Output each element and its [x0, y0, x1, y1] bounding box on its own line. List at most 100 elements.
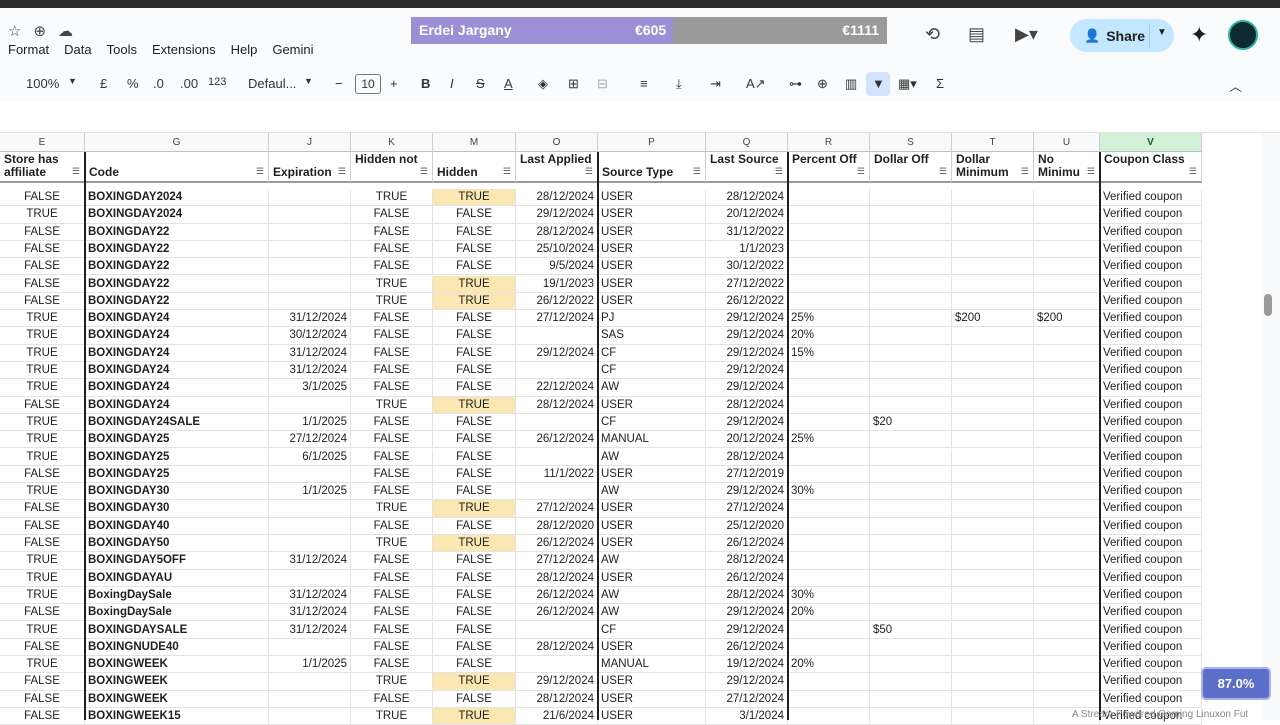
cell-m[interactable]: TRUE [433, 535, 516, 553]
cell-v[interactable]: Verified coupon [1100, 569, 1202, 587]
cell-g[interactable]: BOXINGDAY50 [85, 535, 269, 553]
cell-u[interactable] [1034, 517, 1100, 535]
cell-r[interactable] [788, 223, 870, 241]
cell-g[interactable]: BOXINGDAY22 [85, 258, 269, 276]
cell-u[interactable] [1034, 569, 1100, 587]
cell-o[interactable]: 28/12/2020 [516, 517, 598, 535]
cell-v[interactable]: Verified coupon [1100, 379, 1202, 397]
cell-e[interactable]: TRUE [0, 310, 85, 328]
cell-o[interactable]: 27/12/2024 [516, 500, 598, 518]
cell-k[interactable]: FALSE [351, 448, 433, 466]
chevron-down-icon[interactable]: ▼ [68, 76, 77, 86]
cell-s[interactable] [870, 223, 952, 241]
cell-m[interactable]: FALSE [433, 310, 516, 328]
cell-e[interactable]: FALSE [0, 604, 85, 622]
cell-u[interactable] [1034, 189, 1100, 207]
cell-q[interactable]: 26/12/2024 [706, 535, 788, 553]
cell-e[interactable]: FALSE [0, 673, 85, 691]
cell-g[interactable]: BOXINGWEEK15 [85, 708, 269, 725]
cell-u[interactable] [1034, 638, 1100, 657]
cell-g[interactable]: BOXINGDAY24SALE [85, 413, 269, 432]
cell-m[interactable]: FALSE [433, 344, 516, 362]
formula-bar[interactable] [0, 102, 1280, 133]
cell-v[interactable]: Verified coupon [1100, 327, 1202, 345]
cell-v[interactable]: Verified coupon [1100, 673, 1202, 691]
cell-k[interactable]: TRUE [351, 708, 433, 725]
cell-g[interactable]: BOXINGDAY24 [85, 327, 269, 345]
cell-e[interactable]: FALSE [0, 517, 85, 535]
cell-g[interactable]: BOXINGDAY22 [85, 240, 269, 259]
cell-v[interactable]: Verified coupon [1100, 638, 1202, 657]
cell-g[interactable]: BOXINGNUDE40 [85, 638, 269, 657]
cell-r[interactable] [788, 362, 870, 380]
cell-g[interactable]: BOXINGDAY40 [85, 517, 269, 535]
cell-e[interactable]: FALSE [0, 240, 85, 259]
cell-k[interactable]: TRUE [351, 396, 433, 414]
column-header-q[interactable]: Q [706, 133, 788, 152]
cell-e[interactable]: TRUE [0, 344, 85, 362]
cell-j[interactable]: 31/12/2024 [269, 621, 351, 639]
strikethrough-button[interactable]: S [476, 76, 485, 91]
cell-r[interactable] [788, 569, 870, 587]
cell-m[interactable]: TRUE [433, 189, 516, 207]
cell-s[interactable] [870, 500, 952, 518]
chevron-down-icon[interactable]: ▼ [304, 76, 313, 86]
cell-q[interactable]: 29/12/2024 [706, 344, 788, 362]
cell-r[interactable]: 20% [788, 656, 870, 674]
wrap-icon[interactable]: ⇥ [710, 76, 721, 92]
cell-r[interactable] [788, 708, 870, 725]
cell-e[interactable]: TRUE [0, 621, 85, 639]
cell-u[interactable] [1034, 552, 1100, 570]
cell-v[interactable]: Verified coupon [1100, 500, 1202, 518]
cell-m[interactable]: FALSE [433, 362, 516, 380]
cell-v[interactable]: Verified coupon [1100, 189, 1202, 207]
cell-t[interactable] [952, 656, 1034, 674]
cell-s[interactable] [870, 483, 952, 501]
cell-j[interactable] [269, 500, 351, 518]
cell-p[interactable]: AW [598, 448, 706, 466]
filter-icon[interactable]: ☰ [420, 165, 428, 178]
cell-g[interactable]: BOXINGDAY24 [85, 310, 269, 328]
cell-s[interactable] [870, 344, 952, 362]
vertical-scrollbar[interactable] [1262, 133, 1280, 720]
cell-s[interactable] [870, 258, 952, 276]
cell-j[interactable]: 30/12/2024 [269, 327, 351, 345]
cell-u[interactable] [1034, 465, 1100, 484]
cell-k[interactable]: FALSE [351, 344, 433, 362]
cell-v[interactable]: Verified coupon [1100, 535, 1202, 553]
header-cell-r[interactable]: Percent Off ☰ [788, 152, 870, 183]
cell-t[interactable] [952, 448, 1034, 466]
cell-g[interactable]: BOXINGDAY25 [85, 465, 269, 484]
gemini-icon[interactable]: ✦ [1190, 22, 1208, 48]
cell-k[interactable]: TRUE [351, 275, 433, 293]
filter-icon[interactable]: ☰ [503, 165, 511, 178]
header-cell-u[interactable]: No Minimu ☰ [1034, 152, 1100, 183]
cell-u[interactable] [1034, 586, 1100, 605]
rotate-icon[interactable]: A↗ [746, 76, 766, 92]
cell-r[interactable] [788, 465, 870, 484]
header-cell-m[interactable]: Hidden ☰ [433, 152, 516, 183]
cell-v[interactable]: Verified coupon [1100, 586, 1202, 605]
cell-g[interactable]: BOXINGDAY2024 [85, 206, 269, 224]
cell-u[interactable] [1034, 413, 1100, 432]
cell-p[interactable]: SAS [598, 327, 706, 345]
cell-u[interactable] [1034, 431, 1100, 449]
cell-r[interactable]: 25% [788, 310, 870, 328]
cell-j[interactable] [269, 638, 351, 657]
cell-o[interactable]: 28/12/2024 [516, 223, 598, 241]
cell-p[interactable]: USER [598, 240, 706, 259]
cell-r[interactable] [788, 206, 870, 224]
column-header-j[interactable]: J [269, 133, 351, 152]
menu-gemini[interactable]: Gemini [272, 42, 313, 57]
cell-q[interactable]: 29/12/2024 [706, 362, 788, 380]
cell-p[interactable]: PJ [598, 310, 706, 328]
cell-p[interactable]: AW [598, 379, 706, 397]
cell-p[interactable]: USER [598, 223, 706, 241]
cell-o[interactable]: 28/12/2024 [516, 189, 598, 207]
cell-g[interactable]: BOXINGDAY22 [85, 275, 269, 293]
cell-t[interactable] [952, 569, 1034, 587]
cell-s[interactable] [870, 206, 952, 224]
cell-m[interactable]: TRUE [433, 275, 516, 293]
cell-j[interactable] [269, 465, 351, 484]
valign-icon[interactable]: ⤓ [676, 76, 682, 92]
